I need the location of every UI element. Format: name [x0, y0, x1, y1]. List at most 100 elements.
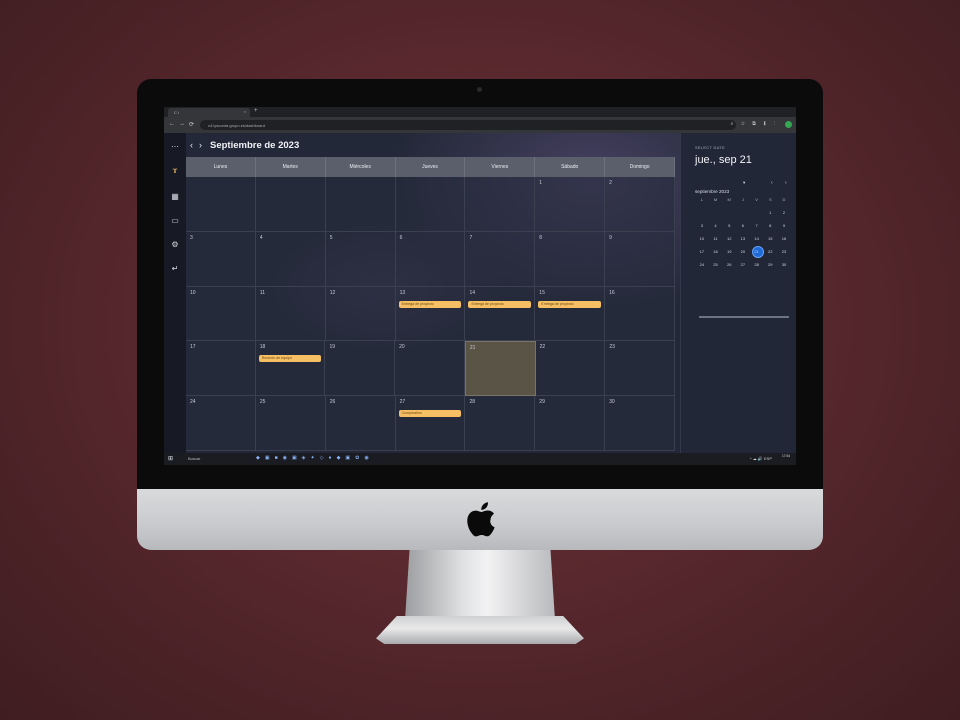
mini-day[interactable]: 24	[695, 258, 709, 271]
mini-day-number: 2	[782, 210, 786, 215]
mini-day[interactable]: 12	[722, 232, 736, 245]
day-number: 24	[190, 399, 196, 406]
event-chip[interactable]: Entrega de proyecto	[398, 300, 462, 308]
day-cell[interactable]: 16	[605, 286, 676, 342]
event-chip[interactable]: Entrega de proyecto	[468, 300, 532, 308]
day-cell-today[interactable]: 21	[464, 341, 536, 397]
mini-day-selected[interactable]: 21	[750, 245, 764, 258]
address-bar-row: ← → ⟳ c4.lyaconta.grupo.es/dashboard ⌕ ☆…	[164, 117, 796, 133]
chevron-down-icon[interactable]: ▾	[743, 180, 745, 186]
prev-month-icon[interactable]: ‹	[190, 140, 193, 150]
mini-day[interactable]: 25	[709, 258, 723, 271]
event-chip[interactable]: Entrega de proyecto	[538, 300, 602, 308]
mini-week-row: 24 25 26 27 28 29 30	[695, 258, 791, 271]
start-icon[interactable]: ⊞	[168, 455, 173, 462]
back-icon[interactable]: ←	[169, 121, 175, 127]
day-cell[interactable]: 23	[605, 341, 676, 397]
mini-day[interactable]: 30	[777, 258, 791, 271]
settings-icon[interactable]: ⚙	[169, 239, 181, 251]
mini-day[interactable]: 29	[763, 258, 777, 271]
day-cell[interactable]: 24	[186, 396, 256, 451]
profile-avatar[interactable]	[785, 121, 792, 128]
mini-day[interactable]: 20	[736, 245, 750, 258]
mini-day-number: 20	[740, 249, 746, 254]
mini-prev-icon[interactable]: ‹	[771, 180, 773, 186]
day-cell[interactable]: 14 Entrega de proyecto	[465, 286, 536, 342]
day-cell[interactable]	[186, 177, 256, 232]
day-cell[interactable]	[255, 177, 326, 232]
mini-day[interactable]: 14	[750, 232, 764, 245]
menu-icon[interactable]: ⋯	[169, 141, 181, 153]
mini-day[interactable]: 6	[736, 219, 750, 232]
mini-day[interactable]: 17	[695, 245, 709, 258]
day-cell[interactable]: 5	[325, 231, 396, 287]
day-cell[interactable]: 18 Reunión de equipo	[255, 341, 326, 397]
day-cell[interactable]: 2	[605, 177, 676, 232]
mini-day[interactable]: 19	[722, 245, 736, 258]
mini-day[interactable]: 8	[763, 219, 777, 232]
mini-day[interactable]: 26	[722, 258, 736, 271]
calendar-icon[interactable]: ▭	[169, 215, 181, 227]
event-chip[interactable]: Cumpleaños	[398, 410, 462, 418]
day-cell[interactable]	[465, 177, 536, 232]
day-cell[interactable]: 27 Cumpleaños	[395, 396, 466, 451]
mini-day[interactable]: 18	[709, 245, 723, 258]
day-cell[interactable]: 25	[255, 396, 326, 451]
day-cell[interactable]: 19	[325, 341, 396, 397]
selected-date: jue., sep 21	[695, 154, 752, 166]
close-tab-icon[interactable]: ×	[244, 109, 246, 114]
day-cell[interactable]: 26	[325, 396, 396, 451]
day-cell[interactable]: 29	[535, 396, 606, 451]
mini-day[interactable]: 3	[695, 219, 709, 232]
mini-day[interactable]: 5	[722, 219, 736, 232]
system-tray[interactable]: ^ ☁ 🔊 ESP	[750, 456, 772, 461]
day-cell[interactable]: 22	[535, 341, 606, 397]
day-cell[interactable]: 28	[465, 396, 536, 451]
mini-day[interactable]: 11	[709, 232, 723, 245]
event-chip[interactable]: Reunión de equipo	[258, 355, 322, 363]
day-cell[interactable]: 6	[395, 231, 466, 287]
browser-tab[interactable]: C i ×	[168, 108, 250, 117]
logout-icon[interactable]: ↵	[169, 263, 181, 275]
day-cell[interactable]	[325, 177, 396, 232]
mini-next-icon[interactable]: ›	[785, 180, 787, 186]
mini-day[interactable]: 10	[695, 232, 709, 245]
mini-day[interactable]: 23	[777, 245, 791, 258]
day-cell[interactable]: 7	[465, 231, 536, 287]
mini-day[interactable]: 28	[750, 258, 764, 271]
url-input[interactable]: c4.lyaconta.grupo.es/dashboard	[200, 120, 736, 130]
day-cell[interactable]: 13 Entrega de proyecto	[395, 286, 466, 342]
taskbar-search[interactable]: Buscar	[188, 456, 200, 461]
dashboard-icon[interactable]: ▦	[169, 191, 181, 203]
mini-day[interactable]: 7	[750, 219, 764, 232]
mini-day[interactable]: 4	[709, 219, 723, 232]
mini-day[interactable]: 9	[777, 219, 791, 232]
day-cell[interactable]: 9	[605, 231, 676, 287]
day-cell[interactable]	[395, 177, 466, 232]
day-cell[interactable]: 11	[255, 286, 326, 342]
day-cell[interactable]: 3	[186, 231, 256, 287]
taskbar-app-icons[interactable]: ◆▣■◉▣◈✦◇●◆▣✿◉	[256, 455, 374, 461]
day-cell[interactable]: 8	[535, 231, 606, 287]
next-month-icon[interactable]: ›	[199, 140, 202, 150]
day-cell[interactable]: 4	[255, 231, 326, 287]
day-cell[interactable]: 30	[605, 396, 676, 451]
day-cell[interactable]: 10	[186, 286, 256, 342]
day-cell[interactable]: 20	[395, 341, 465, 397]
mini-day[interactable]: 2	[777, 206, 791, 219]
mini-day[interactable]: 16	[777, 232, 791, 245]
day-cell[interactable]: 1	[535, 177, 606, 232]
mini-day[interactable]: 1	[763, 206, 777, 219]
day-cell[interactable]: 17	[186, 341, 256, 397]
new-tab-button[interactable]: +	[254, 108, 258, 114]
mini-day[interactable]: 15	[763, 232, 777, 245]
mini-day[interactable]: 27	[736, 258, 750, 271]
mini-day[interactable]: 13	[736, 232, 750, 245]
day-cell[interactable]: 12	[325, 286, 396, 342]
mini-day[interactable]: 22	[763, 245, 777, 258]
extension-icons[interactable]: ⌕ ☆ ⧉ ⬇ ⋮	[731, 121, 778, 127]
logo-icon[interactable]: ɤ	[169, 165, 181, 177]
forward-icon[interactable]: →	[179, 121, 185, 127]
reload-icon[interactable]: ⟳	[189, 121, 194, 128]
day-cell[interactable]: 15 Entrega de proyecto	[535, 286, 606, 342]
